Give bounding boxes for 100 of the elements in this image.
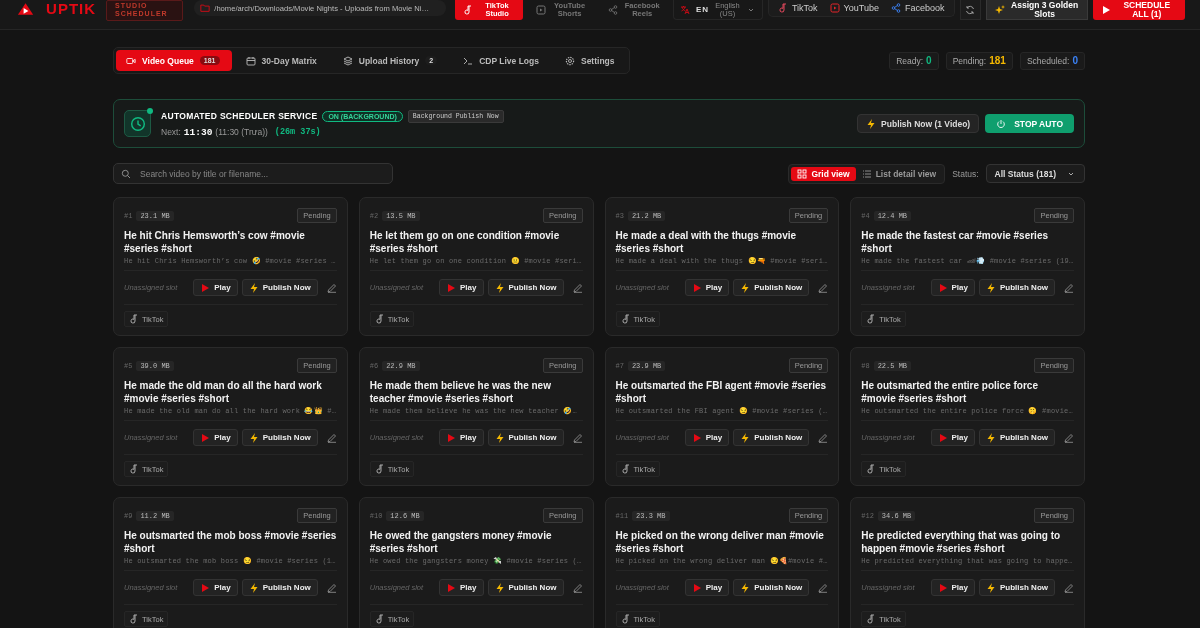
play-icon (691, 282, 702, 293)
next-time: 11:30 (183, 126, 213, 138)
publish-now-button[interactable]: Publish Now (487, 429, 564, 446)
next-label: Next: (161, 127, 181, 137)
schedule-all-button[interactable]: SCHEDULE ALL (1) (1092, 0, 1185, 20)
search-field[interactable]: Search video by title or filename... (113, 163, 393, 184)
view-toggle-button[interactable]: List detail view (855, 166, 943, 181)
edit-icon[interactable] (1064, 282, 1074, 293)
publish-now-button[interactable]: Publish Now (241, 429, 318, 446)
publish-now-button[interactable]: Publish Now (487, 579, 564, 596)
music-note-icon (129, 614, 139, 624)
lightning-icon (494, 282, 505, 293)
platform-link[interactable]: Facebook (885, 0, 950, 16)
lightning-icon (740, 282, 751, 293)
video-title: He hit Chris Hemsworth’s cow #movie #series #short (124, 230, 306, 255)
music-note-icon (129, 314, 139, 324)
publish-now-button[interactable]: Publish Now (241, 579, 318, 596)
settings-icon (564, 55, 575, 66)
play-icon (937, 582, 948, 593)
play-button[interactable]: Play (930, 429, 975, 446)
share-icon (890, 3, 901, 13)
lightning-icon (248, 582, 259, 593)
assign-slots-button[interactable]: Assign 3 Golden Slots (985, 0, 1088, 20)
stat-value: 0 (926, 55, 932, 66)
edit-icon[interactable] (326, 282, 337, 293)
play-button[interactable]: Play (684, 279, 730, 296)
publish-now-button[interactable]: Publish Now (979, 579, 1055, 596)
clock-icon (124, 110, 151, 137)
lightning-icon (494, 582, 505, 593)
video-camera-icon (126, 55, 136, 66)
refresh-button[interactable] (959, 0, 981, 20)
play-icon (200, 432, 211, 443)
lightning-icon (248, 282, 259, 293)
stat-value: 0 (1072, 55, 1078, 66)
folder-icon (200, 3, 211, 13)
power-icon (996, 118, 1007, 129)
edit-icon[interactable] (326, 432, 337, 443)
play-button[interactable]: Play (930, 279, 975, 296)
share-icon (608, 5, 619, 15)
video-title: He outsmarted the entire police force #movie #series #short (861, 380, 1039, 405)
stat-label: Pending: (952, 55, 987, 66)
platform-link[interactable]: TikTok (772, 0, 823, 16)
refresh-icon (965, 4, 976, 15)
play-icon (200, 582, 211, 593)
edit-icon[interactable] (572, 282, 583, 293)
nav-tab[interactable]: CDP Live Logs (453, 50, 551, 71)
scheduler-title: AUTOMATED SCHEDULER SERVICE (161, 111, 318, 121)
publish-now-button[interactable]: Publish Now (979, 429, 1055, 446)
play-button[interactable]: Play (439, 429, 484, 446)
terminal-icon (463, 55, 474, 66)
status-filter-select[interactable]: All Status (181) (985, 164, 1085, 183)
edit-icon[interactable] (326, 582, 337, 593)
video-title: He made them believe he was the new teacher #movie #series #short (369, 380, 552, 405)
play-button[interactable]: Play (193, 279, 238, 296)
publish-now-button[interactable]: Publish Now (487, 279, 564, 296)
play-icon (937, 282, 948, 293)
platform-link[interactable]: YouTube (824, 0, 884, 16)
music-note-icon (620, 464, 631, 474)
play-icon (200, 282, 211, 293)
edit-icon[interactable] (818, 582, 829, 593)
edit-icon[interactable] (818, 432, 829, 443)
stat-label: Ready: (896, 55, 924, 66)
play-icon (691, 582, 702, 593)
publish-now-button[interactable]: Publish Now (1 Video) (857, 114, 980, 133)
play-button[interactable]: Play (684, 429, 730, 446)
play-button[interactable]: Play (439, 279, 484, 296)
sparkles-icon (994, 4, 1005, 15)
play-icon (691, 432, 702, 443)
music-note-icon (129, 464, 139, 474)
edit-icon[interactable] (572, 582, 583, 593)
play-square-icon (829, 3, 840, 13)
play-icon (446, 432, 457, 443)
video-title: He outsmarted the mob boss #movie #series #short (124, 530, 337, 555)
edit-icon[interactable] (572, 432, 583, 443)
nav-tab[interactable]: 30-Day Matrix (235, 50, 329, 71)
video-title: He outsmarted the FBI agent #movie #series #short (615, 380, 828, 405)
grid-icon (797, 168, 808, 179)
play-button[interactable]: Play (684, 579, 730, 596)
publish-now-button[interactable]: Publish Now (733, 429, 810, 446)
video-title: He owed the gangsters money #movie #series #short (369, 530, 553, 555)
play-button[interactable]: Play (193, 429, 238, 446)
music-note-icon (866, 464, 877, 474)
lightning-icon (866, 118, 877, 129)
music-note-icon (374, 464, 385, 474)
status-filter-label: Status: (952, 168, 979, 179)
next-detail: (11:30 (Trưa)) (215, 127, 268, 137)
publish-now-button[interactable]: Publish Now (979, 279, 1055, 296)
play-button[interactable]: Play (930, 579, 975, 596)
lightning-icon (986, 582, 996, 593)
nav-tab[interactable]: Settings (554, 50, 627, 71)
edit-icon[interactable] (1064, 432, 1074, 443)
view-toggle-button[interactable]: Grid view (791, 166, 856, 181)
play-button[interactable]: Play (439, 579, 484, 596)
publish-now-button[interactable]: Publish Now (733, 279, 810, 296)
lightning-icon (986, 282, 996, 293)
play-button[interactable]: Play (193, 579, 238, 596)
edit-icon[interactable] (818, 282, 829, 293)
publish-now-button[interactable]: Publish Now (733, 579, 810, 596)
edit-icon[interactable] (1064, 582, 1074, 593)
publish-now-button[interactable]: Publish Now (241, 279, 318, 296)
